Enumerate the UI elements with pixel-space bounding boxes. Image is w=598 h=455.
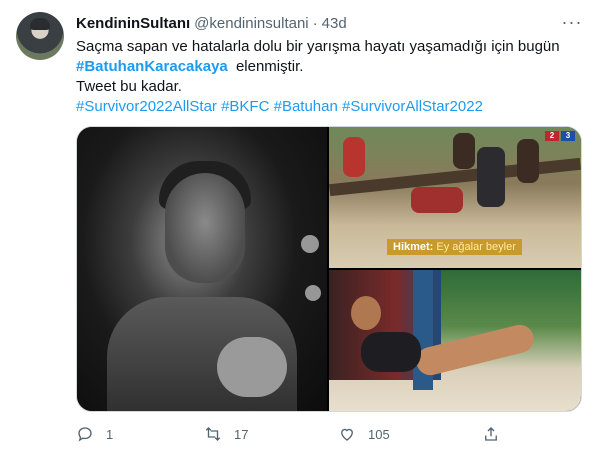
display-name[interactable]: KendininSultanı <box>76 15 190 32</box>
tweet-text-line3: Tweet bu kadar. <box>76 78 182 95</box>
tweet-timestamp[interactable]: 43d <box>322 15 347 32</box>
separator-dot: · <box>312 14 318 32</box>
photo-figure <box>411 187 463 213</box>
hashtag-batuhankaracakaya[interactable]: #BatuhanKaracakaya <box>76 58 228 75</box>
hashtag-row: #Survivor2022AllStar #BKFC #Batuhan #Sur… <box>76 97 576 117</box>
more-options-icon[interactable]: ··· <box>562 12 582 32</box>
media-grid: 2 3 Hikmet: Ey ağalar beyler <box>76 126 582 412</box>
tweet-text-line1: Saçma sapan ve hatalarla dolu bir yarışm… <box>76 38 560 55</box>
reply-icon <box>78 427 92 442</box>
tweet-header: KendininSultanı @kendininsultani · 43d <box>76 13 582 33</box>
photo-face <box>165 173 245 283</box>
retweet-icon <box>205 427 221 441</box>
action-bar: 1 17 105 <box>76 420 506 448</box>
hashtag-bkfc[interactable]: #BKFC <box>221 98 269 115</box>
hashtag-batuhan[interactable]: #Batuhan <box>274 98 338 115</box>
like-count: 105 <box>368 426 390 442</box>
photo-figure <box>517 139 539 183</box>
tweet[interactable]: KendininSultanı @kendininsultani · 43d ·… <box>0 0 598 455</box>
hashtag-survivor2022allstar[interactable]: #Survivor2022AllStar <box>76 98 217 115</box>
hashtag-survivorallstar2022[interactable]: #SurvivorAllStar2022 <box>342 98 483 115</box>
photo-portrait[interactable] <box>77 127 327 411</box>
score-left: 2 <box>545 131 559 141</box>
photo-hand <box>217 337 287 397</box>
caption-text: Ey ağalar beyler <box>436 241 516 253</box>
video-caption: Hikmet: Ey ağalar beyler <box>387 239 522 255</box>
photo-figure <box>477 147 505 207</box>
photo-figure <box>453 133 475 169</box>
scoreboard: 2 3 <box>545 131 575 141</box>
retweet-button[interactable]: 17 <box>204 420 248 448</box>
retweet-count: 17 <box>234 426 249 442</box>
share-button[interactable] <box>482 420 500 448</box>
user-handle[interactable]: @kendininsultani <box>194 15 308 32</box>
heart-icon <box>341 428 353 441</box>
tweet-text: Saçma sapan ve hatalarla dolu bir yarışm… <box>76 37 576 117</box>
share-icon <box>485 427 497 441</box>
photo-figure <box>343 137 365 177</box>
avatar-hat <box>30 18 50 30</box>
tweet-text-line2-rest: elenmiştir. <box>235 58 304 75</box>
like-button[interactable]: 105 <box>338 420 390 448</box>
photo-head <box>351 296 381 330</box>
tweet-text-line2: #BatuhanKaracakaya elenmiştir. <box>76 57 576 77</box>
reply-count: 1 <box>106 426 114 442</box>
photo-light <box>305 285 321 301</box>
photo-challenge[interactable]: 2 3 Hikmet: Ey ağalar beyler <box>329 127 581 268</box>
photo-beach[interactable] <box>329 270 581 411</box>
caption-speaker: Hikmet: <box>393 241 434 253</box>
reply-button[interactable]: 1 <box>76 420 113 448</box>
photo-body <box>361 332 421 372</box>
avatar[interactable] <box>16 12 64 60</box>
photo-light <box>301 235 319 253</box>
score-right: 3 <box>561 131 575 141</box>
